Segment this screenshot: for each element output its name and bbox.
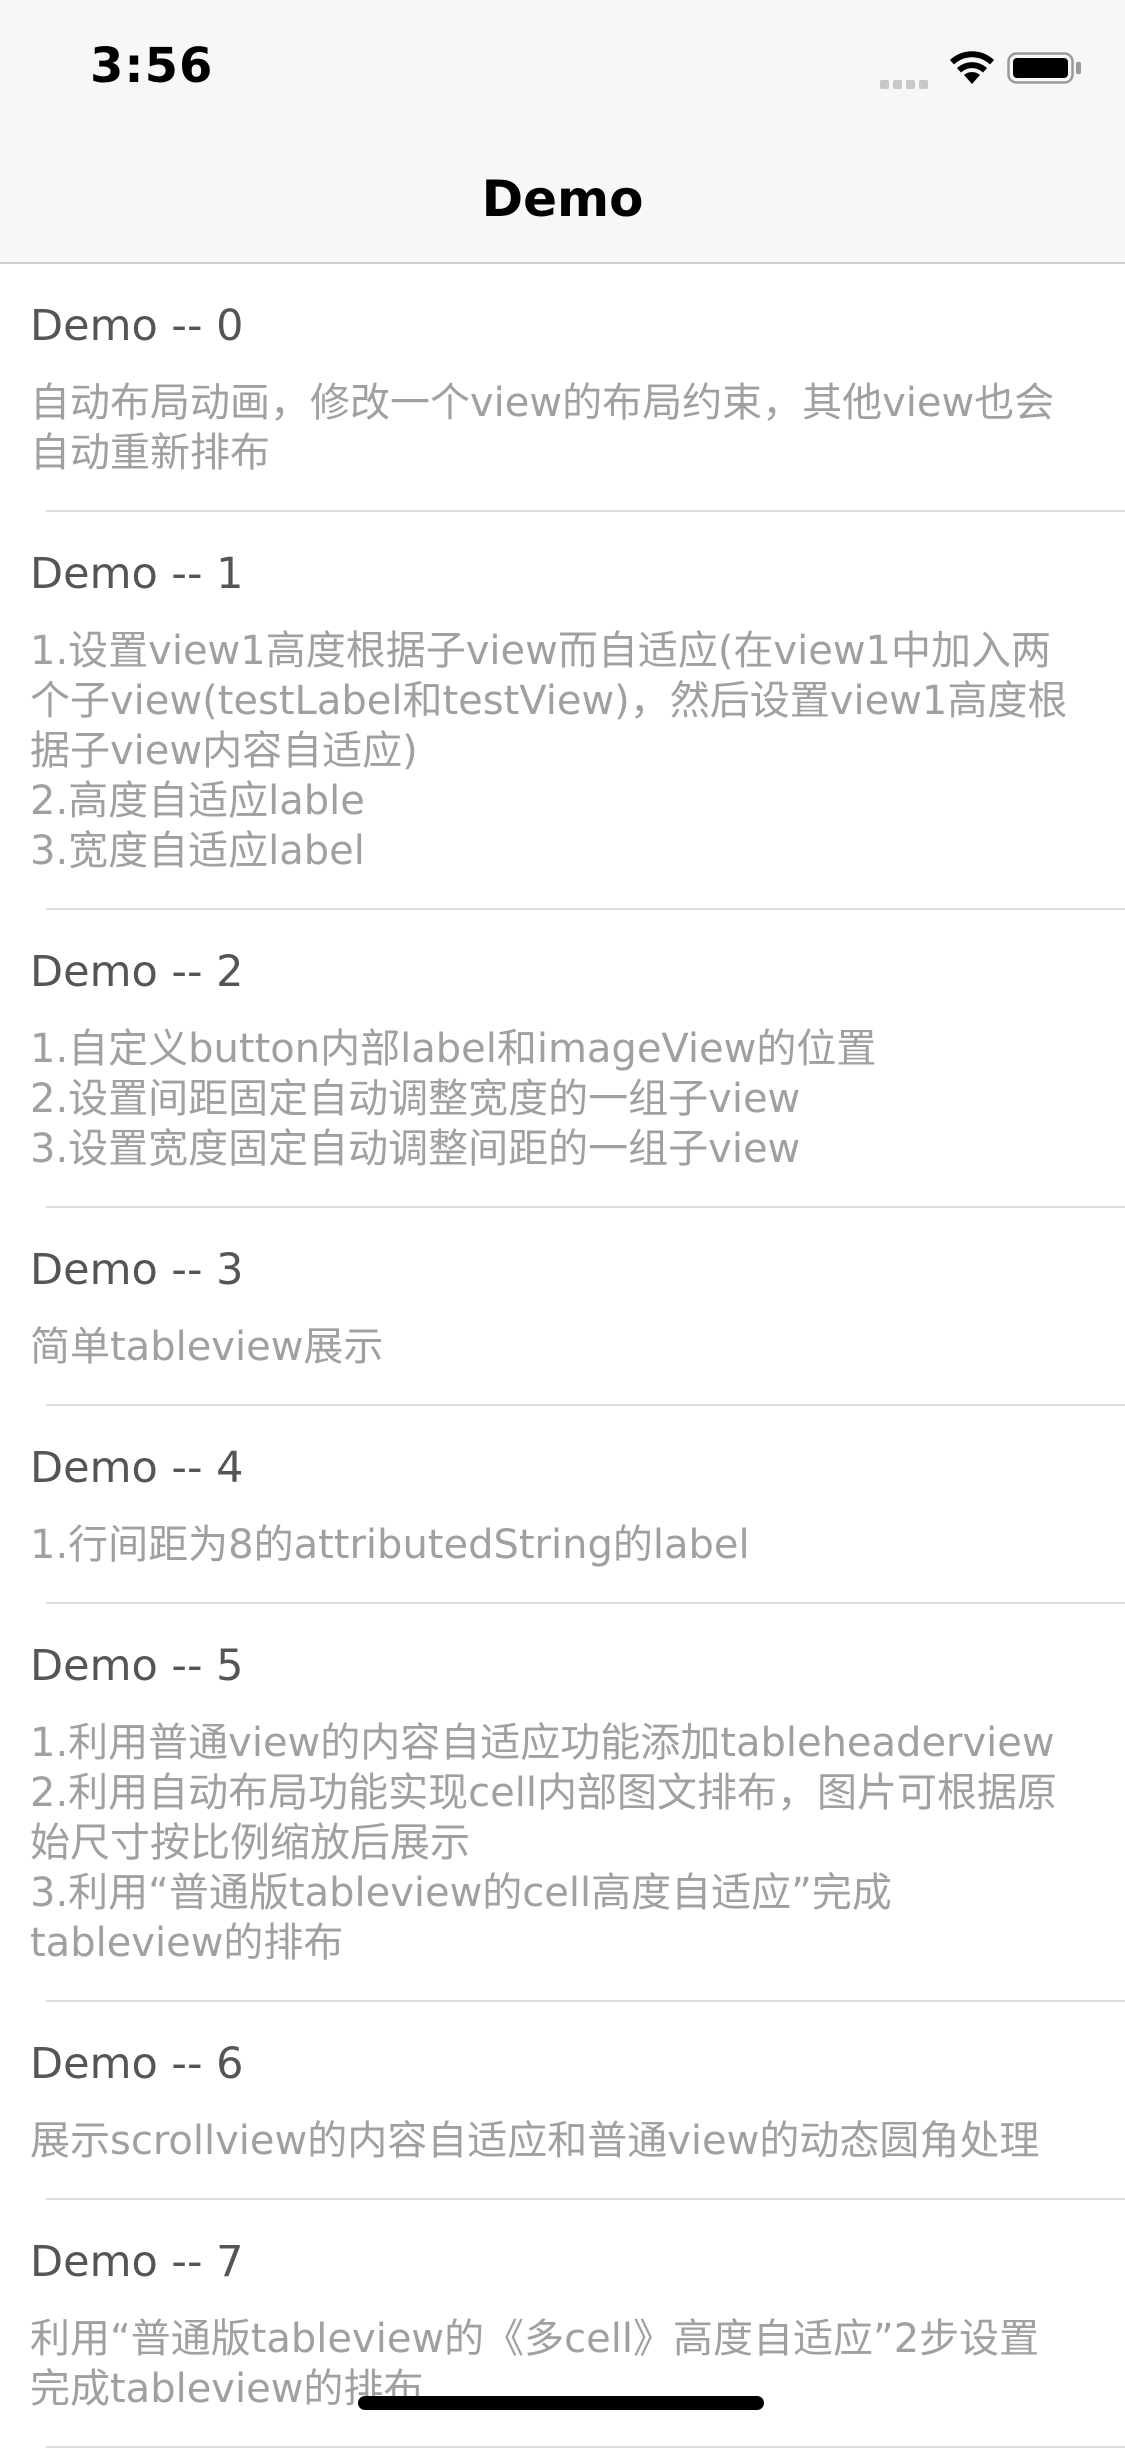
battery-icon (1007, 52, 1081, 84)
table-row[interactable]: Demo -- 2 1.自定义button内部label和imageView的位… (0, 910, 1125, 1208)
row-title: Demo -- 3 (30, 1245, 244, 1295)
row-description: 简单tableview展示 (30, 1324, 384, 1370)
table-row[interactable]: Demo -- 6 展示scrollview的内容自适应和普通view的动态圆角… (0, 2002, 1125, 2200)
row-description: 1.设置view1高度根据子view而自适应(在view1中加入两个子view(… (30, 628, 1068, 874)
demo-table: Demo -- 0 自动布局动画，修改一个view的布局约束，其他view也会自… (0, 264, 1125, 2448)
wifi-icon (950, 51, 994, 84)
page-title: Demo (481, 170, 644, 228)
row-description: 1.行间距为8的attributedString的label (30, 1522, 750, 1568)
row-title: Demo -- 2 (30, 947, 244, 997)
row-title: Demo -- 6 (30, 2039, 244, 2089)
row-description: 展示scrollview的内容自适应和普通view的动态圆角处理 (30, 2118, 1040, 2164)
cellular-signal-icon (880, 74, 936, 89)
row-description: 自动布局动画，修改一个view的布局约束，其他view也会自动重新排布 (30, 380, 1055, 476)
home-indicator[interactable] (358, 2396, 764, 2410)
row-title: Demo -- 1 (30, 549, 244, 599)
row-title: Demo -- 0 (30, 301, 244, 351)
row-description: 1.利用普通view的内容自适应功能添加tableheaderview 2.利用… (30, 1720, 1057, 1966)
table-row[interactable]: Demo -- 1 1.设置view1高度根据子view而自适应(在view1中… (0, 512, 1125, 910)
status-time: 3:56 (90, 38, 214, 94)
row-description: 1.自定义button内部label和imageView的位置 2.设置间距固定… (30, 1026, 877, 1172)
status-bar: 3:56 (0, 0, 1125, 132)
row-title: Demo -- 7 (30, 2237, 244, 2287)
table-row[interactable]: Demo -- 7 利用“普通版tableview的《多cell》高度自适应”2… (0, 2200, 1125, 2448)
table-row[interactable]: Demo -- 4 1.行间距为8的attributedString的label (0, 1406, 1125, 1604)
row-title: Demo -- 5 (30, 1641, 244, 1691)
table-row[interactable]: Demo -- 3 简单tableview展示 (0, 1208, 1125, 1406)
table-row[interactable]: Demo -- 5 1.利用普通view的内容自适应功能添加tableheade… (0, 1604, 1125, 2002)
navigation-bar: Demo (0, 132, 1125, 264)
table-row[interactable]: Demo -- 0 自动布局动画，修改一个view的布局约束，其他view也会自… (0, 264, 1125, 512)
row-title: Demo -- 4 (30, 1443, 244, 1493)
